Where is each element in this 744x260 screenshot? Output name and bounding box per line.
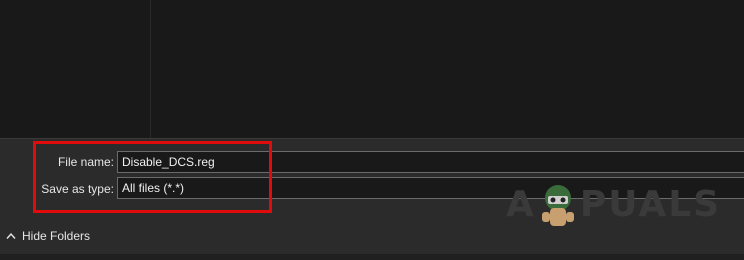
watermark-text-left: A <box>506 183 536 225</box>
hide-folders-toggle[interactable]: Hide Folders <box>6 228 90 244</box>
appuals-watermark: A PUALS <box>506 176 721 232</box>
hide-folders-label: Hide Folders <box>22 229 91 243</box>
chevron-up-icon <box>6 232 16 239</box>
mascot-icon <box>541 185 574 226</box>
watermark-text-right: PUALS <box>579 183 722 225</box>
file-name-input[interactable]: Disable_DCS.reg <box>117 151 744 173</box>
file-browser-area <box>0 0 744 138</box>
bottom-edge <box>0 254 744 260</box>
save-dialog: File name: Disable_DCS.reg Save as type:… <box>0 0 744 260</box>
save-as-type-label: Save as type: <box>41 182 114 196</box>
file-name-label: File name: <box>57 155 114 169</box>
pane-divider[interactable] <box>150 0 151 138</box>
